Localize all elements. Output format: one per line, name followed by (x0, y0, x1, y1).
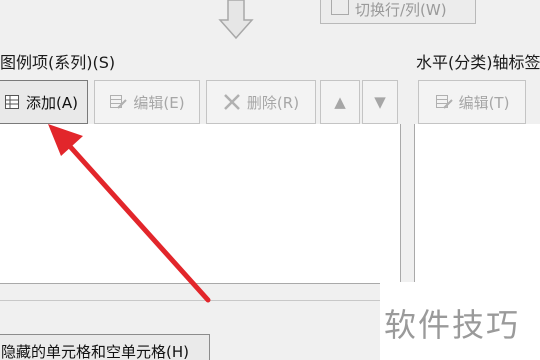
edit-series-label: 编辑(E) (133, 93, 185, 112)
edit-icon (435, 95, 453, 109)
up-arrow-icon: ▲ (334, 93, 346, 111)
move-down-button[interactable]: ▼ (362, 80, 398, 124)
table-add-icon (5, 95, 20, 109)
edit-axis-labels-label: 编辑(T) (458, 93, 510, 112)
delete-series-label: 删除(R) (246, 93, 300, 112)
category-labels-list[interactable] (414, 124, 540, 284)
edit-axis-labels-button[interactable]: 编辑(T) (418, 80, 526, 124)
switch-row-column-icon (331, 0, 349, 15)
watermark-text: 软件技巧 (384, 306, 521, 344)
switch-row-column-label: 切换行/列(W) (355, 0, 447, 19)
down-arrow-icon (218, 0, 254, 40)
axis-labels-title: 水平(分类)轴标签 (416, 53, 540, 72)
down-arrow-small-icon: ▼ (374, 93, 386, 111)
switch-row-column-button[interactable]: 切换行/列(W) (320, 0, 476, 24)
edit-icon (110, 95, 128, 109)
edit-series-button[interactable]: 编辑(E) (94, 80, 200, 124)
move-up-button[interactable]: ▲ (320, 80, 360, 124)
x-icon (224, 94, 240, 110)
delete-series-button[interactable]: 删除(R) (206, 80, 316, 124)
add-series-button[interactable]: 添加(A) (0, 80, 88, 124)
series-list[interactable] (0, 124, 401, 284)
hidden-empty-cells-label: 隐藏的单元格和空单元格(H) (1, 343, 189, 360)
add-series-label: 添加(A) (26, 93, 78, 112)
hidden-empty-cells-button[interactable]: 隐藏的单元格和空单元格(H) (0, 334, 210, 360)
legend-entries-title: 图例项(系列)(S) (0, 53, 116, 72)
